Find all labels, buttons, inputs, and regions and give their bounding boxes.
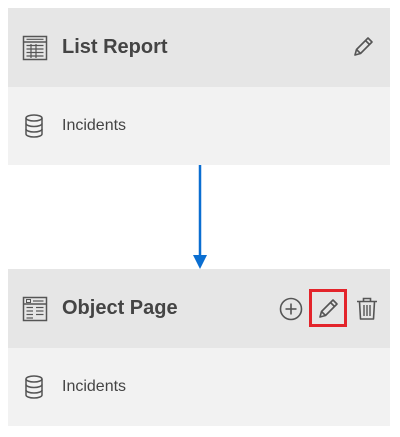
edit-list-report-button[interactable] — [346, 30, 380, 64]
trash-icon — [350, 292, 384, 326]
database-icon — [24, 375, 44, 399]
plus-circle-icon — [274, 292, 308, 326]
form-icon — [22, 296, 48, 322]
pencil-icon — [346, 30, 380, 64]
page-title: Object Page — [62, 297, 178, 319]
delete-button[interactable] — [350, 292, 384, 326]
object-page-entity-row: Incidents — [8, 348, 390, 426]
add-button[interactable] — [274, 292, 308, 326]
table-icon — [22, 35, 48, 61]
entity-label: Incidents — [62, 378, 127, 395]
list-report-entity-row: Incidents — [8, 87, 390, 165]
edit-object-page-button[interactable] — [311, 292, 345, 326]
object-page-card: Object Page Incidents — [8, 269, 390, 426]
entity-label: Incidents — [62, 117, 127, 134]
database-icon — [24, 114, 44, 138]
object-page-header: Object Page — [8, 269, 390, 348]
list-report-card: List Report Incidents — [8, 8, 390, 165]
page-title: List Report — [62, 36, 168, 58]
list-report-header: List Report — [8, 8, 390, 87]
navigation-arrow-icon — [190, 165, 210, 271]
pencil-icon — [311, 292, 345, 326]
